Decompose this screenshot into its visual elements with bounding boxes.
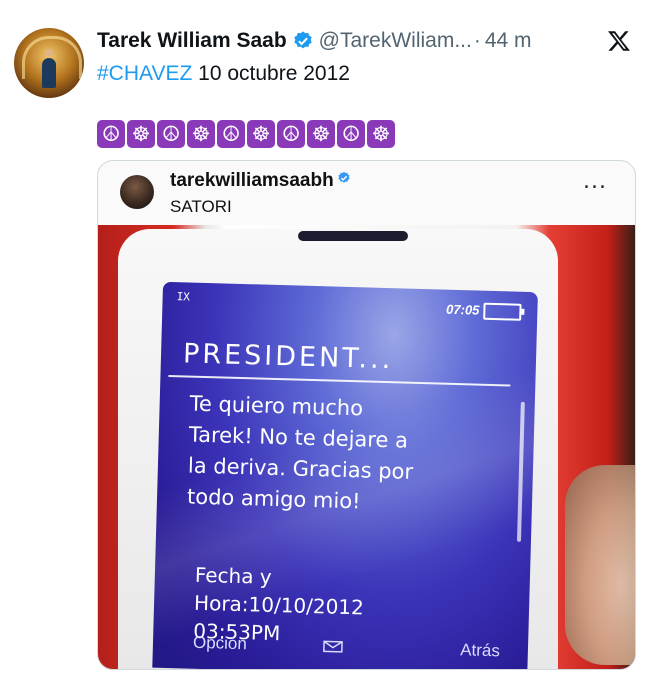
instagram-location: SATORI — [170, 197, 232, 216]
dharma-wheel-icon: ☸ — [247, 120, 275, 148]
peace-symbol-icon: ☮ — [97, 120, 125, 148]
author-name[interactable]: Tarek William Saab — [97, 29, 287, 53]
x-logo-icon[interactable] — [607, 29, 631, 53]
tweet-header: Tarek William Saab @TarekWiliam... · 44 … — [97, 27, 631, 55]
instagram-username: tarekwilliamsaabh — [170, 170, 351, 192]
peace-symbol-icon: ☮ — [277, 120, 305, 148]
author-avatar[interactable] — [14, 28, 84, 98]
sms-sender-title: PRESIDENT... — [182, 338, 394, 376]
phone-screen: IX 07:05 PRESIDENT... Te quiero mucho Ta… — [152, 281, 538, 669]
instagram-avatar — [120, 175, 154, 209]
dharma-wheel-icon: ☸ — [127, 120, 155, 148]
battery-icon — [483, 302, 522, 321]
phone-clock: 07:05 — [445, 301, 480, 318]
signal-icon: IX — [176, 290, 191, 304]
avatar-figure — [42, 49, 56, 88]
finger-shadow — [565, 465, 635, 665]
phone-speaker — [298, 231, 408, 241]
title-divider — [168, 374, 511, 387]
tweet-text-line: #CHAVEZ 10 octubre 2012 — [97, 62, 350, 86]
phone-body: IX 07:05 PRESIDENT... Te quiero mucho Ta… — [118, 229, 558, 669]
tweet-date-text: 10 octubre 2012 — [192, 62, 350, 85]
options-softkey: Opción — [192, 632, 248, 654]
peace-symbol-icon: ☮ — [337, 120, 365, 148]
sms-message-text: Te quiero mucho Tarek! No te dejare a la… — [186, 391, 414, 514]
phone-photo: IX 07:05 PRESIDENT... Te quiero mucho Ta… — [98, 225, 635, 669]
peace-symbol-icon: ☮ — [157, 120, 185, 148]
tweet-media-image[interactable]: tarekwilliamsaabh SATORI ... IX 07:05 PR… — [97, 160, 636, 670]
envelope-icon — [323, 640, 343, 653]
phone-status-bar: IX 07:05 — [172, 288, 527, 321]
verified-badge-icon — [293, 31, 312, 49]
instagram-verified-icon — [338, 171, 350, 183]
separator-dot: · — [473, 29, 481, 52]
more-options-icon: ... — [583, 169, 607, 194]
peace-symbol-icon: ☮ — [217, 120, 245, 148]
instagram-username-text: tarekwilliamsaabh — [170, 170, 334, 191]
dharma-wheel-icon: ☸ — [307, 120, 335, 148]
dharma-wheel-icon: ☸ — [367, 120, 395, 148]
back-softkey: Atrás — [459, 640, 501, 661]
dharma-wheel-icon: ☸ — [187, 120, 215, 148]
author-handle[interactable]: @TarekWiliam... — [319, 29, 472, 53]
instagram-post-header: tarekwilliamsaabh SATORI ... — [98, 161, 635, 225]
hashtag-link[interactable]: #CHAVEZ — [97, 62, 192, 85]
tweet-timestamp[interactable]: 44 m — [485, 29, 532, 53]
emoji-row: ☮ ☸ ☮ ☸ ☮ ☸ ☮ ☸ ☮ ☸ — [97, 120, 395, 148]
